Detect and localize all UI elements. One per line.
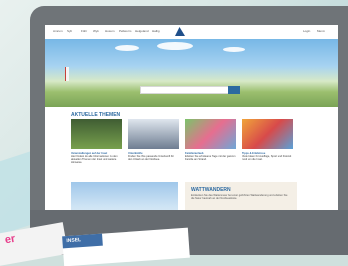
hero-image — [45, 39, 338, 107]
nav-item[interactable]: Husum — [105, 29, 115, 33]
card-image[interactable] — [242, 119, 293, 149]
brochure-title: er — [3, 232, 17, 247]
nav-item[interactable]: Helgoland — [135, 29, 149, 33]
login-link[interactable]: Login — [303, 29, 310, 33]
nav-item[interactable]: Wyk — [93, 29, 99, 33]
search-input[interactable] — [140, 86, 230, 94]
card-caption: Unterkünfte Finden Sie Ihre passende Unt… — [128, 152, 179, 161]
nav-item[interactable]: Föhr — [81, 29, 87, 33]
nav-item[interactable]: Amrum — [53, 29, 63, 33]
card-text: Erleben Sie erholsame Tage mit der ganze… — [185, 155, 236, 161]
card-image[interactable] — [71, 119, 122, 149]
cloud-icon — [223, 47, 245, 52]
site-logo-icon[interactable] — [175, 27, 185, 36]
info-text: Entdecken Sie das Wattenmeer bei einer g… — [191, 194, 288, 200]
card-image[interactable] — [128, 119, 179, 149]
lighthouse-icon — [65, 67, 69, 81]
card-text: Viele Ideen für Ausflüge, Sport und Frei… — [242, 155, 292, 161]
card-text: Finden Sie Ihre passende Unterkunft für … — [128, 155, 174, 161]
cloud-icon — [157, 42, 193, 50]
website-screen: Amrum Sylt Föhr Wyk Husum Pellworm Helgo… — [45, 25, 338, 210]
feature-image[interactable] — [71, 182, 178, 210]
brochure-header: INSEL — [62, 233, 103, 249]
nav-item[interactable]: Pellworm — [119, 29, 131, 33]
top-navigation: Amrum Sylt Föhr Wyk Husum Pellworm Helgo… — [45, 25, 338, 40]
card-caption: Tipps & Erlebnisse Viele Ideen für Ausfl… — [242, 152, 293, 161]
cloud-icon — [115, 45, 139, 51]
card-caption: Veranstaltungen auf der Insel Hier finde… — [71, 152, 122, 164]
info-box: WATTWANDERN Entdecken Sie das Wattenmeer… — [185, 182, 297, 210]
card-image[interactable] — [185, 119, 236, 149]
menu-link[interactable]: Menü — [317, 29, 325, 33]
search-button[interactable] — [228, 86, 240, 94]
nav-item[interactable]: Sylt — [67, 29, 72, 33]
card-text: Hier findest du alle Informationen zu de… — [71, 155, 118, 164]
section-title: AKTUELLE THEMEN — [71, 112, 121, 118]
brochure-logo: INSEL — [66, 237, 82, 245]
card-caption: Familienurlaub Erleben Sie erholsame Tag… — [185, 152, 236, 161]
nav-item[interactable]: Hallig — [152, 29, 160, 33]
info-title: WATTWANDERN — [191, 187, 231, 193]
